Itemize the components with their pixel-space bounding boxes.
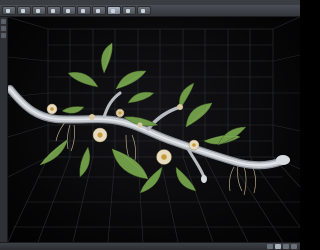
flower-2 (156, 149, 172, 165)
tab-icon (36, 8, 40, 13)
tab-icon (51, 8, 55, 13)
flower-4 (188, 139, 200, 151)
status-button[interactable] (283, 244, 289, 249)
tab-icon (21, 8, 25, 13)
tab-1[interactable] (2, 6, 16, 15)
toolbar-tabs (0, 5, 300, 17)
status-button-active[interactable] (275, 244, 281, 249)
left-toolbar (0, 17, 8, 242)
tab-7[interactable] (92, 6, 106, 15)
tab-6[interactable] (77, 6, 91, 15)
status-button[interactable] (291, 244, 297, 249)
3d-viewport[interactable] (8, 17, 300, 242)
grid-right-wall (272, 17, 300, 170)
tool-button[interactable] (1, 19, 6, 24)
tab-10[interactable] (137, 6, 151, 15)
tab-4[interactable] (47, 6, 61, 15)
flower-3 (46, 103, 58, 115)
tab-icon (81, 8, 85, 13)
stem (8, 85, 290, 183)
tab-icon (126, 8, 130, 13)
tool-button[interactable] (1, 33, 6, 38)
tab-icon (96, 8, 100, 13)
status-button[interactable] (267, 244, 273, 249)
tab-8-active[interactable] (107, 6, 121, 15)
tab-icon (66, 8, 70, 13)
tab-icon (141, 8, 145, 13)
status-bar (0, 242, 300, 250)
tab-3[interactable] (32, 6, 46, 15)
tool-button[interactable] (1, 26, 6, 31)
flower-5 (115, 108, 125, 118)
scene-render (8, 17, 300, 242)
tab-icon (111, 8, 115, 13)
app-window (0, 0, 300, 250)
tab-9[interactable] (122, 6, 136, 15)
tab-5[interactable] (62, 6, 76, 15)
tab-icon (6, 8, 10, 13)
flower-1 (92, 127, 108, 143)
grid-floor (8, 156, 300, 242)
tab-2[interactable] (17, 6, 31, 15)
